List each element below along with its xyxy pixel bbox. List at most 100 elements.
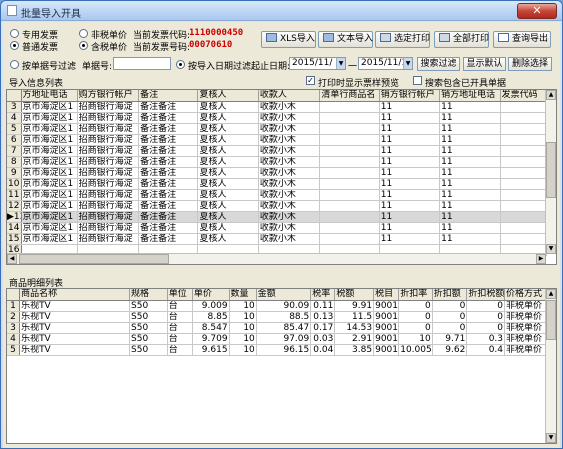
row-number[interactable]: 14	[7, 222, 22, 234]
column-header[interactable]: 折扣额	[432, 289, 468, 301]
table-row[interactable]: 12 京市海淀区1 招商银行海淀 备注备注 夏核人 收款小木 11 11	[7, 200, 548, 212]
text-import-button[interactable]: 文本导入	[318, 31, 373, 48]
include-issued-checkbox[interactable]	[413, 76, 422, 85]
table-row[interactable]: 4 京市海淀区1 招商银行海淀 备注备注 夏核人 收款小木 11 11	[7, 112, 548, 124]
scroll-thumb[interactable]	[546, 142, 556, 198]
table-row[interactable]: 3 乐视TV S50 台 8.547 10 85.47 0.17 14.53 9001 0 0 0 非税单…	[7, 322, 547, 334]
column-header[interactable]: 折扣率	[398, 289, 433, 301]
row-number[interactable]: 8	[7, 156, 22, 168]
chevron-down-icon[interactable]: ▼	[403, 58, 412, 69]
delete-selected-button[interactable]: 删除选择	[508, 57, 552, 71]
row-number[interactable]: 10	[7, 178, 22, 190]
row-number[interactable]: 3	[7, 322, 21, 334]
print-selected-button[interactable]: 选定打印	[375, 31, 430, 48]
chevron-down-icon[interactable]: ▼	[336, 58, 345, 69]
table-cell: 11	[439, 134, 501, 146]
radio-normal-invoice[interactable]	[10, 41, 19, 50]
print-all-button[interactable]: 全部打印	[434, 31, 489, 48]
bill-no-input[interactable]	[113, 57, 171, 70]
table-row[interactable]: 2 乐视TV S50 台 8.85 10 88.5 0.13 11.5 9001 0 0 0 非税单价	[7, 311, 547, 323]
row-number[interactable]: 6	[7, 134, 22, 146]
detail-grid[interactable]: 商品名称 规格 单位 单价 数量 金额 税率 税额 税目 折扣率 折扣额 折扣税额 价格方式 1 乐视TV…	[6, 288, 557, 444]
import-vertical-scrollbar[interactable]: ▲ ▼	[545, 90, 556, 254]
date-to-picker[interactable]: 2015/11/11 ▼	[358, 57, 413, 70]
radio-filter-date[interactable]	[176, 60, 185, 69]
column-header[interactable]: 清单行商品名	[319, 90, 380, 102]
table-cell: 9001	[373, 300, 400, 312]
row-number[interactable]: 5	[7, 344, 21, 356]
table-cell: 招商银行海淀	[77, 112, 140, 124]
query-export-button[interactable]: 查询导出	[493, 31, 551, 48]
table-cell	[500, 211, 548, 223]
column-header[interactable]: 销方地址电话	[439, 90, 501, 102]
row-number[interactable]: 1	[7, 300, 21, 312]
column-header[interactable]: 数量	[229, 289, 257, 301]
row-number[interactable]: 9	[7, 167, 22, 179]
row-number[interactable]: 5	[7, 123, 22, 135]
column-header[interactable]: 销方银行帐户	[379, 90, 441, 102]
table-row[interactable]: 3 京市海淀区1 招商银行海淀 备注备注 夏核人 收款小木 11 11	[7, 101, 548, 113]
table-row[interactable]: 1 乐视TV S50 台 9.009 10 90.09 0.11 9.91 9001 0 0 0 非税单价	[7, 300, 547, 312]
scroll-up-icon[interactable]: ▲	[546, 90, 556, 100]
date-from-picker[interactable]: 2015/11/ 1 ▼	[289, 57, 346, 70]
row-number[interactable]: 15	[7, 233, 22, 245]
scroll-down-icon[interactable]: ▼	[546, 433, 556, 443]
table-row[interactable]: 9 京市海淀区1 招商银行海淀 备注备注 夏核人 收款小木 11 11	[7, 167, 548, 179]
table-row[interactable]: 14 京市海淀区1 招商银行海淀 备注备注 夏核人 收款小木 11 11	[7, 222, 548, 234]
radio-special-invoice[interactable]	[10, 29, 19, 38]
title-bar[interactable]: 批量导入开具 ✕	[1, 1, 562, 21]
column-header[interactable]: 发票代码	[500, 90, 548, 102]
detail-vertical-scrollbar[interactable]: ▲ ▼	[545, 289, 556, 443]
column-header[interactable]: 方地址电话	[21, 90, 78, 102]
column-header[interactable]: 备注	[138, 90, 199, 102]
table-row[interactable]: 10 京市海淀区1 招商银行海淀 备注备注 夏核人 收款小木 11 11	[7, 178, 548, 190]
table-row[interactable]: 7 京市海淀区1 招商银行海淀 备注备注 夏核人 收款小木 11 11	[7, 145, 548, 157]
scroll-thumb[interactable]	[546, 300, 556, 340]
table-cell: 11	[439, 233, 501, 245]
radio-filter-bill-no[interactable]	[10, 60, 19, 69]
column-header[interactable]: 折扣税额	[466, 289, 506, 301]
search-filter-button[interactable]: 搜索过滤	[417, 57, 460, 71]
row-number[interactable]: 3	[7, 101, 22, 113]
column-header[interactable]: 规格	[129, 289, 168, 301]
table-row[interactable]: 4 乐视TV S50 台 9.709 10 97.09 0.03 2.91 9001 10 9.71 0…	[7, 333, 547, 345]
table-row[interactable]: ▶13京市海淀区1招商银行海淀备注备注夏核人收款小木 1111	[7, 211, 548, 223]
row-number[interactable]: 4	[7, 333, 21, 345]
column-header[interactable]: 收款人	[258, 90, 321, 102]
xls-import-button[interactable]: XLS导入	[261, 31, 316, 48]
row-number[interactable]: 4	[7, 112, 22, 124]
column-header[interactable]: 税额	[334, 289, 375, 301]
column-header[interactable]: 复核人	[197, 90, 259, 102]
radio-net-price[interactable]	[79, 29, 88, 38]
radio-tax-inclusive-price[interactable]	[79, 41, 88, 50]
scroll-right-icon[interactable]: ▶	[536, 254, 546, 264]
column-header[interactable]: 购方银行帐户	[77, 90, 140, 102]
column-header[interactable]: 价格方式	[504, 289, 547, 301]
table-row[interactable]: 5 京市海淀区1 招商银行海淀 备注备注 夏核人 收款小木 11 11	[7, 123, 548, 135]
table-row[interactable]: 5 乐视TV S50 台 9.615 10 96.15 0.04 3.85 9001 10.005 9…	[7, 344, 547, 356]
table-row[interactable]: 8 京市海淀区1 招商银行海淀 备注备注 夏核人 收款小木 11 11	[7, 156, 548, 168]
column-header[interactable]: 单价	[192, 289, 230, 301]
column-header[interactable]: 单位	[167, 289, 193, 301]
import-info-grid[interactable]: 方地址电话 购方银行帐户 备注 复核人 收款人 清单行商品名 销方银行帐户 销方地址电话 发票代…	[6, 89, 557, 265]
table-row[interactable]: 11 京市海淀区1 招商银行海淀 备注备注 夏核人 收款小木 11 11	[7, 189, 548, 201]
scroll-down-icon[interactable]: ▼	[546, 244, 556, 254]
scroll-up-icon[interactable]: ▲	[546, 289, 556, 299]
column-header[interactable]: 商品名称	[19, 289, 131, 301]
row-number[interactable]: 7	[7, 145, 22, 157]
row-number[interactable]: 12	[7, 200, 22, 212]
table-row[interactable]: 6 京市海淀区1 招商银行海淀 备注备注 夏核人 收款小木 11 11	[7, 134, 548, 146]
row-number[interactable]: ▶13	[7, 211, 22, 223]
scroll-left-icon[interactable]: ◀	[7, 254, 17, 264]
close-button[interactable]: ✕	[517, 3, 557, 19]
table-row[interactable]: 15 京市海淀区1 招商银行海淀 备注备注 夏核人 收款小木 11 11	[7, 233, 548, 245]
row-number[interactable]: 11	[7, 189, 22, 201]
print-preview-checkbox[interactable]: ✓	[306, 76, 315, 85]
column-header[interactable]: 税目	[373, 289, 400, 301]
scroll-thumb[interactable]	[19, 254, 169, 264]
column-header[interactable]: 税率	[310, 289, 336, 301]
import-horizontal-scrollbar[interactable]: ◀ ▶	[7, 253, 546, 264]
show-default-button[interactable]: 显示默认	[463, 57, 506, 71]
row-number[interactable]: 2	[7, 311, 21, 323]
column-header[interactable]: 金额	[256, 289, 312, 301]
